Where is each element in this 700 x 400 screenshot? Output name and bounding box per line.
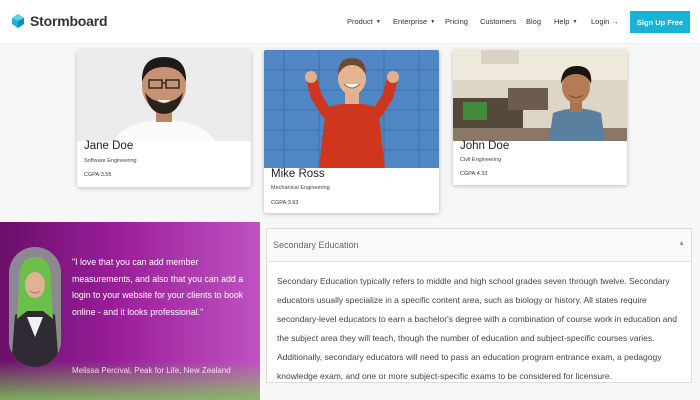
nav-pricing[interactable]: Pricing bbox=[445, 17, 468, 26]
accordion-body-text: Secondary Education typically refers to … bbox=[277, 276, 677, 381]
student-photo bbox=[453, 50, 627, 141]
student-cgpa: CGPA:3.93 bbox=[271, 200, 299, 206]
testimonial-quote: "I love that you can add member measurem… bbox=[72, 257, 244, 317]
student-department: Software Engineering bbox=[84, 158, 137, 164]
testimonial-avatar bbox=[9, 247, 61, 367]
caret-down-icon: ▼ bbox=[375, 19, 381, 25]
student-name: Jane Doe bbox=[84, 140, 134, 152]
student-cgpa: CGPA:4.33 bbox=[460, 171, 488, 177]
nav-blog[interactable]: Blog bbox=[526, 17, 541, 26]
accordion-panel: Secondary Education ▲ Secondary Educatio… bbox=[266, 228, 692, 383]
nav-customers[interactable]: Customers bbox=[480, 17, 516, 26]
caret-down-icon: ▼ bbox=[572, 19, 578, 25]
nav-help[interactable]: Help ▼ bbox=[554, 17, 577, 26]
accordion-header[interactable]: Secondary Education ▲ bbox=[267, 229, 691, 262]
nav-product[interactable]: Product ▼ bbox=[347, 17, 381, 26]
nav-enterprise[interactable]: Enterprise ▼ bbox=[393, 17, 435, 26]
top-navbar: Stormboard Product ▼ Enterprise ▼ Pricing … bbox=[0, 0, 700, 44]
chevron-up-icon[interactable]: ▲ bbox=[678, 240, 685, 247]
caret-down-icon: ▼ bbox=[430, 19, 436, 25]
student-photo bbox=[264, 50, 439, 168]
student-card[interactable]: Mike Ross Mechanical Engineering CGPA:3.… bbox=[264, 50, 439, 213]
student-department: Mechanical Engineering bbox=[271, 185, 330, 191]
student-card[interactable]: Jane Doe Software Engineering CGPA:3.55 bbox=[77, 50, 251, 187]
student-card[interactable]: John Doe Civil Engineering CGPA:4.33 bbox=[453, 50, 627, 185]
brand-name: Stormboard bbox=[30, 13, 108, 29]
student-name: Mike Ross bbox=[271, 168, 325, 180]
student-department: Civil Engineering bbox=[460, 157, 502, 163]
student-name: John Doe bbox=[460, 140, 510, 152]
nav-login[interactable]: Login → bbox=[591, 17, 619, 26]
student-cgpa: CGPA:3.55 bbox=[84, 172, 112, 178]
accordion-title: Secondary Education bbox=[273, 240, 359, 250]
testimonial-author: Melissa Percival, Peak for Life, New Zea… bbox=[72, 366, 231, 375]
signup-button[interactable]: Sign Up Free bbox=[630, 11, 690, 33]
student-photo bbox=[77, 50, 251, 141]
stormboard-logo-icon bbox=[12, 14, 24, 28]
brand-logo[interactable]: Stormboard bbox=[10, 13, 108, 29]
